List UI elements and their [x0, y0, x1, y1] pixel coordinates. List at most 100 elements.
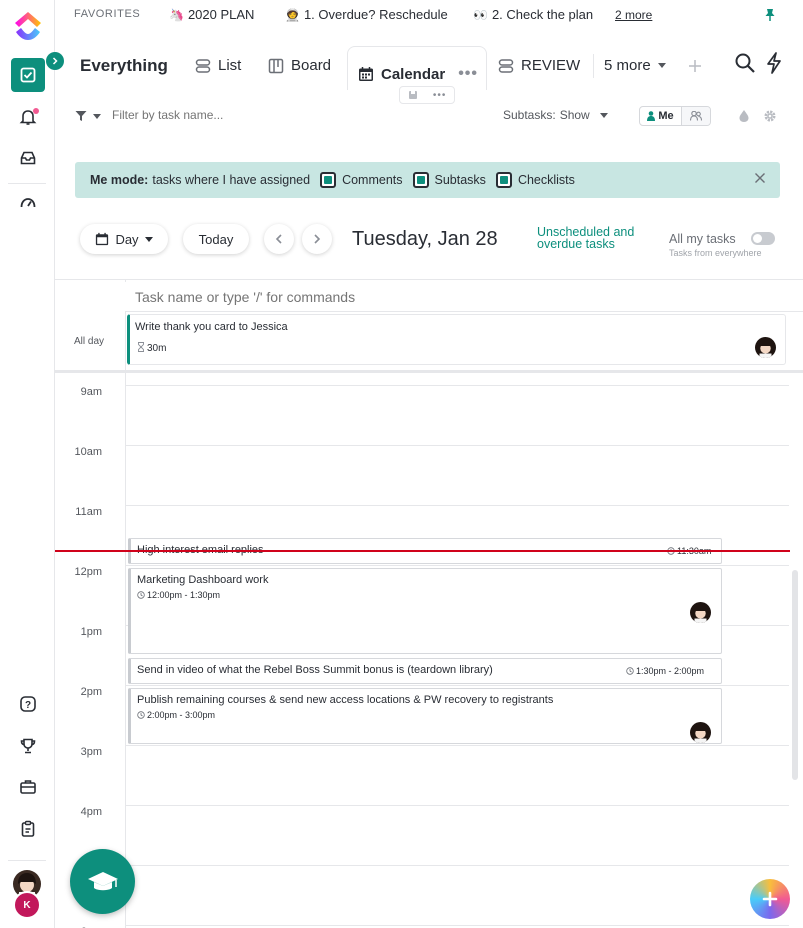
favorites-more-link[interactable]: 2 more — [615, 8, 652, 22]
hour-line — [125, 685, 789, 686]
all-day-label: All day — [74, 336, 105, 347]
subtasks-checkbox[interactable]: Subtasks — [412, 172, 486, 188]
subtasks-dropdown[interactable]: Subtasks: Show — [503, 108, 608, 122]
tab-options-icon[interactable]: ••• — [458, 65, 478, 83]
briefcase-icon — [20, 780, 36, 794]
all-my-tasks-toggle[interactable] — [751, 232, 775, 245]
hour-label: 9am — [80, 386, 102, 398]
banner-text: tasks where I have assigned — [152, 173, 311, 187]
caret-down-icon — [144, 236, 153, 242]
view-mode-dropdown[interactable]: Day — [80, 224, 168, 254]
team-mode-button[interactable] — [682, 107, 710, 125]
inbox-icon — [20, 151, 36, 165]
calendar-day-view: All day Write thank you card to Jessica … — [55, 279, 803, 928]
tab-list[interactable]: List — [195, 57, 241, 74]
clickup-logo-icon[interactable] — [13, 10, 43, 42]
plus-icon — [762, 891, 778, 907]
rail-dashboards-button[interactable] — [11, 186, 45, 220]
today-button[interactable]: Today — [183, 224, 249, 254]
board-icon — [268, 58, 284, 73]
rail-help-button[interactable]: ? — [11, 687, 45, 721]
checklists-checkbox[interactable]: Checklists — [495, 172, 575, 188]
event-title: Marketing Dashboard work — [137, 574, 269, 586]
tab-calendar[interactable]: Calendar ••• — [347, 46, 487, 90]
checkbox-box[interactable] — [320, 172, 337, 188]
more-tabs-dropdown[interactable]: 5 more — [604, 57, 666, 74]
calendar-scrollbar[interactable] — [792, 570, 798, 780]
more-tabs-label: 5 more — [604, 57, 651, 74]
avatar-photo-icon — [693, 724, 708, 743]
add-view-icon[interactable] — [688, 59, 702, 73]
next-day-button[interactable] — [302, 224, 332, 254]
event-time-text: 2:00pm - 3:00pm — [147, 710, 216, 720]
hour-line — [125, 865, 789, 866]
favorite-check-the-plan[interactable]: 👀 2. Check the plan — [473, 7, 593, 22]
rail-notifications-button[interactable] — [11, 100, 45, 134]
favorite-label: 2020 PLAN — [187, 7, 255, 22]
unicorn-icon: 🦄 — [169, 7, 184, 22]
tab-review[interactable]: REVIEW — [498, 57, 580, 74]
learning-center-button[interactable] — [70, 849, 135, 914]
chevron-right-icon — [314, 234, 321, 244]
help-icon: ? — [20, 696, 36, 712]
caret-down-icon — [599, 112, 608, 118]
caret-down-icon[interactable] — [93, 114, 101, 119]
gear-icon[interactable] — [763, 109, 777, 123]
rail-home-tasks-button[interactable] — [11, 58, 45, 92]
quick-create-button[interactable] — [750, 879, 790, 919]
rail-portfolio-button[interactable] — [11, 770, 45, 804]
save-icon[interactable] — [408, 90, 418, 100]
workspace-avatar[interactable]: K — [13, 891, 41, 919]
calendar-icon — [96, 232, 109, 246]
lightning-icon[interactable] — [765, 52, 783, 74]
rail-goals-button[interactable] — [11, 729, 45, 763]
event-send-video[interactable]: Send in video of what the Rebel Boss Sum… — [128, 658, 722, 684]
tab-label: Board — [291, 57, 332, 74]
tab-label: Calendar — [381, 65, 446, 83]
expand-sidebar-button[interactable] — [46, 52, 64, 70]
current-time-line — [55, 550, 790, 552]
pin-icon[interactable] — [764, 8, 776, 22]
list-icon — [498, 58, 514, 73]
filter-icon[interactable] — [75, 110, 87, 122]
assignee-avatar[interactable] — [755, 337, 776, 358]
checkbox-box[interactable] — [412, 172, 429, 188]
new-task-input[interactable] — [125, 282, 803, 312]
checkbox-label: Subtasks — [434, 173, 486, 187]
event-time: 12:00pm - 1:30pm — [137, 590, 220, 600]
search-icon[interactable] — [734, 52, 756, 74]
me-mode-toggle[interactable]: Me — [639, 106, 711, 126]
allday-task-card[interactable]: Write thank you card to Jessica 30m — [127, 314, 786, 365]
eyes-icon: 👀 — [473, 7, 488, 22]
tab-board[interactable]: Board — [268, 57, 331, 74]
rail-divider — [8, 183, 46, 184]
close-icon[interactable] — [754, 172, 766, 184]
favorite-overdue-reschedule[interactable]: 🧑‍🚀 1. Overdue? Reschedule — [285, 7, 448, 22]
favorites-label: FAVORITES — [74, 8, 141, 20]
filter-task-input[interactable] — [112, 108, 412, 122]
task-title: Write thank you card to Jessica — [135, 321, 288, 333]
clock-icon — [137, 711, 145, 719]
rail-inbox-button[interactable] — [11, 141, 45, 175]
more-options-icon[interactable]: ••• — [433, 90, 447, 101]
rail-docs-button[interactable] — [11, 812, 45, 846]
event-publish-courses[interactable]: Publish remaining courses & send new acc… — [128, 688, 722, 744]
event-marketing-dashboard[interactable]: Marketing Dashboard work 12:00pm - 1:30p… — [128, 568, 722, 654]
favorite-2020-plan[interactable]: 🦄 2020 PLAN — [169, 7, 254, 22]
hour-line — [125, 565, 789, 566]
me-mode-button[interactable]: Me — [640, 107, 682, 125]
color-drop-icon[interactable] — [738, 109, 750, 123]
prev-day-button[interactable] — [264, 224, 294, 254]
person-icon — [647, 111, 656, 121]
assignee-avatar[interactable] — [690, 722, 711, 743]
tab-label: REVIEW — [521, 57, 581, 74]
unscheduled-tasks-link[interactable]: Unscheduled and overdue tasks — [537, 226, 657, 251]
checkbox-box[interactable] — [495, 172, 512, 188]
hourglass-icon — [138, 342, 144, 352]
favorite-label: 2. Check the plan — [491, 7, 594, 22]
clock-icon — [137, 591, 145, 599]
assignee-avatar[interactable] — [690, 602, 711, 623]
me-label: Me — [658, 110, 674, 122]
avatar-photo-icon — [693, 604, 708, 623]
comments-checkbox[interactable]: Comments — [320, 172, 403, 188]
